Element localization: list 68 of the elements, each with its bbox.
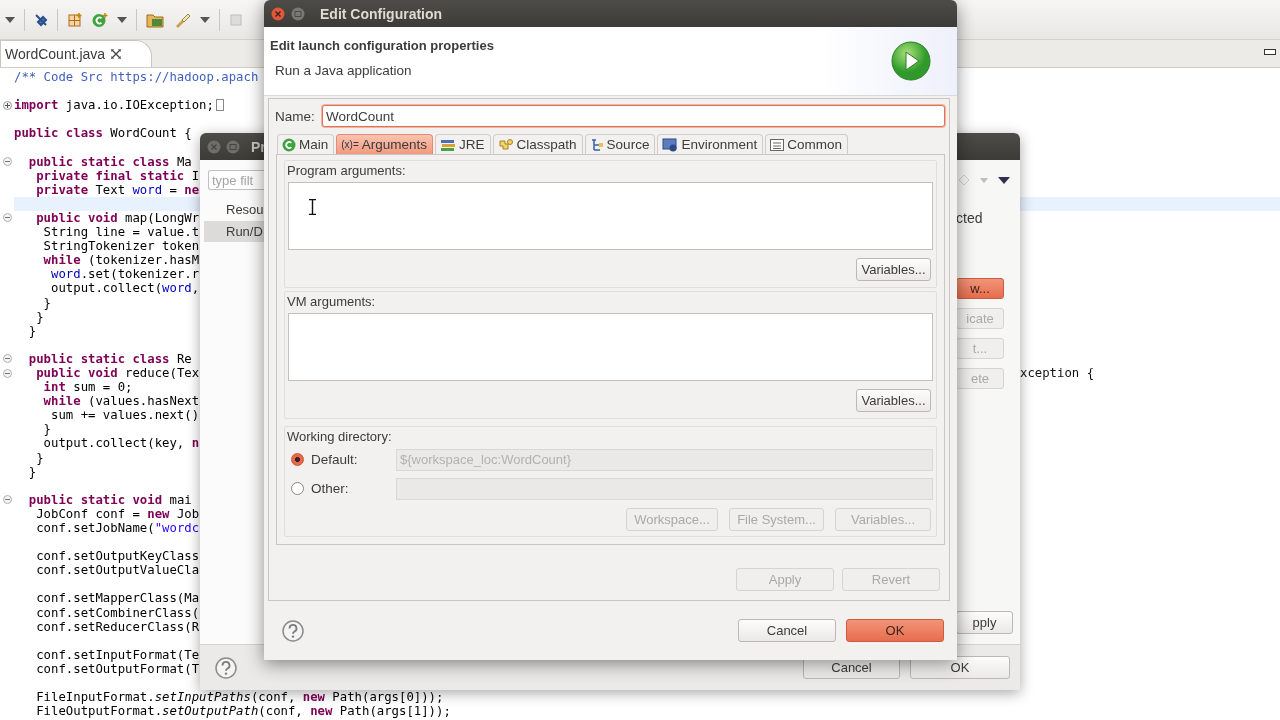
- code-line: String line = value.t: [42, 225, 200, 240]
- code-line: }: [35, 309, 44, 324]
- tab[interactable]: Common: [765, 134, 848, 154]
- code-line: output.collect(key, n: [42, 436, 200, 451]
- window-title: Edit Configuration: [320, 5, 443, 22]
- code-line: import java.io.IOException;: [14, 98, 214, 113]
- field-label: Name:: [275, 108, 316, 124]
- button[interactable]: Cancel: [738, 619, 836, 642]
- header-title: Edit launch configuration properties: [270, 38, 495, 53]
- code-line: conf.setMapperClass(Ma: [35, 591, 200, 606]
- tab[interactable]: Main: [277, 134, 335, 154]
- tree-item[interactable]: Resou: [204, 199, 264, 220]
- tab[interactable]: Environment: [657, 134, 764, 154]
- code-line: }: [27, 323, 37, 338]
- button[interactable]: Variables...: [856, 258, 931, 281]
- code-line: public void reduce(Tex: [36, 365, 200, 381]
- code-line: }: [42, 295, 52, 310]
- filter-field[interactable]: type filt: [208, 170, 264, 190]
- code-line: }: [35, 450, 44, 465]
- code-line: output.collect(word,: [50, 281, 200, 296]
- code-line: public static class Ma: [27, 154, 192, 169]
- code-line: FileOutputFormat.setOutputPath(conf, new Path(args[1]));: [35, 704, 451, 719]
- code-line: JobConf conf = new Job: [36, 506, 200, 521]
- header-subtitle: Run a Java application: [274, 63, 413, 78]
- code-line: word.set(tokenizer.r: [50, 267, 200, 282]
- button[interactable]: OK: [910, 656, 1010, 679]
- tab[interactable]: Source: [584, 134, 656, 154]
- window-title: Pr: [251, 138, 266, 155]
- code-line: conf.setCombinerClass(: [35, 605, 200, 620]
- code-line: public class WordCount {: [14, 126, 192, 141]
- tab[interactable]: (x)= Arguments: [336, 134, 434, 154]
- code-line: int sum = 0;: [42, 380, 133, 395]
- code-line: FileInputFormat.setInputPaths(conf, new Path(args[0]));: [35, 690, 444, 705]
- code-line: public static void mai: [27, 492, 192, 507]
- button[interactable]: w...: [956, 278, 1004, 299]
- code-line: while (values.hasNext: [42, 394, 200, 409]
- editor-tab[interactable]: WordCount.java: [0, 40, 153, 67]
- button[interactable]: OK: [846, 619, 944, 642]
- button[interactable]: Variables...: [856, 389, 931, 412]
- tab[interactable]: JRE: [435, 134, 491, 154]
- code-line: public static class Re: [27, 351, 192, 366]
- code-line: conf.setOutputValueCla: [35, 563, 200, 578]
- code-line: }: [42, 422, 52, 437]
- code-line: sum += values.next(): [50, 408, 200, 423]
- radio-label: Default:: [311, 452, 359, 467]
- code-line: xception {: [1020, 365, 1095, 381]
- code-line: private final static I: [36, 168, 200, 183]
- group-label: Program arguments:: [287, 163, 407, 178]
- code-line: while (tokenizer.hasM: [42, 253, 200, 268]
- code-line: conf.setOutputKeyClass: [35, 549, 200, 564]
- code-line: conf.setJobName("wordc: [35, 521, 200, 536]
- code-line: private Text word = ne: [35, 182, 200, 197]
- name-field[interactable]: WordCount: [322, 105, 945, 127]
- code-line: /** Code Src https://hadoop.apach: [14, 70, 259, 85]
- code-line: }: [27, 464, 37, 479]
- code-line: conf.setInputFormat(Te: [35, 647, 200, 662]
- tree-item[interactable]: Run/D: [204, 221, 264, 242]
- radio-label: Other:: [311, 481, 350, 496]
- heading-text: cted: [956, 210, 983, 226]
- code-line: conf.setReducerClass(R: [35, 619, 200, 634]
- variable-icon: (x)=: [341, 139, 359, 150]
- group-label: Working directory:: [287, 429, 393, 444]
- tab[interactable]: Classpath: [492, 134, 583, 154]
- code-line: StringTokenizer token: [42, 239, 200, 254]
- button[interactable]: pply: [956, 611, 1013, 634]
- code-line: conf.setOutputFormat(T: [35, 661, 200, 677]
- group-label: VM arguments:: [287, 294, 377, 309]
- code-line: public void map(LongWr: [35, 210, 200, 226]
